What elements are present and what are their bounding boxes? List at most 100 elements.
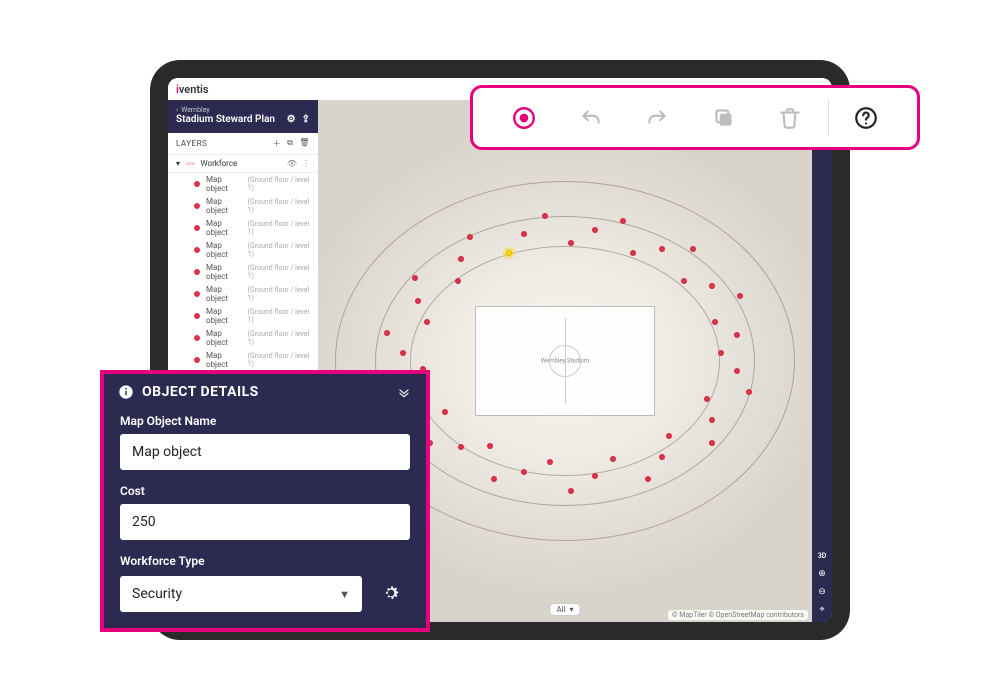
map-marker[interactable] — [491, 476, 497, 482]
map-marker[interactable] — [412, 275, 418, 281]
layer-item-sub: (Ground floor / level 1) — [248, 198, 310, 214]
map-marker[interactable] — [400, 350, 406, 356]
help-button[interactable] — [833, 88, 900, 147]
layer-item-label: Map object — [206, 175, 242, 193]
gear-icon — [381, 583, 401, 603]
field-cost: Cost — [120, 484, 410, 540]
map-marker[interactable] — [737, 293, 743, 299]
view-3d-button[interactable]: 3D — [816, 550, 828, 562]
layer-item[interactable]: Map object(Ground floor / level 1) — [168, 283, 318, 305]
layer-item-sub: (Ground floor / level 1) — [248, 242, 310, 258]
layer-item-label: Map object — [206, 241, 242, 259]
locate-icon[interactable]: ⌖ — [816, 604, 828, 616]
delete-layer-icon[interactable]: 🗑 — [299, 138, 310, 149]
redo-button[interactable] — [624, 88, 691, 147]
layer-item-label: Map object — [206, 285, 242, 303]
layer-color-dot — [194, 291, 200, 297]
sidebar-header: ‹ Wembley Stadium Steward Plan ⚙ ⇪ — [168, 100, 318, 133]
collapse-icon[interactable] — [396, 384, 412, 400]
zoom-in-icon[interactable]: ⊕ — [816, 568, 828, 580]
zoom-out-icon[interactable]: ⊖ — [816, 586, 828, 598]
layer-item-sub: (Ground floor / level 1) — [248, 308, 310, 324]
layer-item[interactable]: Map object (Ground floor / level 1) — [168, 327, 318, 349]
map-marker[interactable] — [521, 231, 527, 237]
plan-title: Stadium Steward Plan — [176, 114, 275, 125]
visibility-icon[interactable]: 👁 — [287, 159, 297, 168]
record-button[interactable] — [491, 88, 558, 147]
type-select[interactable]: Security ▼ — [120, 576, 362, 612]
layer-item[interactable]: Map object(Ground floor / level 1) — [168, 217, 318, 239]
layer-item[interactable]: Map object (Ground floor / level 1) — [168, 195, 318, 217]
layer-group-name: Workforce — [201, 159, 238, 168]
map-marker[interactable] — [458, 444, 464, 450]
layer-item[interactable]: Map object (Ground floor / level 1) — [168, 239, 318, 261]
type-label: Workforce Type — [120, 554, 410, 568]
map-marker[interactable] — [547, 459, 553, 465]
more-icon[interactable]: ⋮ — [302, 159, 310, 168]
layer-item[interactable]: Map object(Ground floor / level 1) — [168, 349, 318, 371]
info-icon — [118, 384, 134, 400]
map-marker[interactable] — [542, 213, 548, 219]
group-icon: ◦◦◦ — [186, 159, 195, 168]
layers-header: LAYERS ＋ ⧉ 🗑 — [168, 133, 318, 155]
layer-group[interactable]: ▾ ◦◦◦ Workforce 👁 ⋮ — [168, 155, 318, 173]
undo-button[interactable] — [558, 88, 625, 147]
layer-item-label: Map object — [206, 307, 242, 325]
layer-item[interactable]: Map object(Ground floor / level 1) — [168, 261, 318, 283]
redo-icon — [644, 105, 670, 131]
object-details-title: OBJECT DETAILS — [142, 384, 259, 400]
map-marker[interactable] — [568, 488, 574, 494]
layers-label: LAYERS — [176, 139, 207, 148]
layer-item-sub: (Ground floor / level 1) — [248, 330, 310, 346]
map-marker[interactable] — [718, 350, 724, 356]
copy-button[interactable] — [691, 88, 758, 147]
layer-item-label: Map object — [206, 329, 242, 347]
chevron-down-icon: ▾ — [570, 605, 574, 614]
gear-icon[interactable]: ⚙ — [287, 114, 296, 125]
map-marker[interactable] — [487, 443, 493, 449]
chevron-down-icon: ▾ — [176, 159, 180, 168]
map-marker[interactable] — [709, 440, 715, 446]
layer-color-dot — [194, 313, 200, 319]
map-marker-selected[interactable] — [506, 250, 512, 256]
copy-layer-icon[interactable]: ⧉ — [287, 138, 293, 149]
map-marker[interactable] — [610, 456, 616, 462]
layer-item-sub: (Ground floor / level 1) — [248, 176, 310, 192]
map-marker[interactable] — [712, 319, 718, 325]
share-icon[interactable]: ⇪ — [302, 114, 310, 125]
add-layer-icon[interactable]: ＋ — [273, 138, 282, 149]
type-settings-button[interactable] — [372, 574, 410, 612]
map-marker[interactable] — [645, 476, 651, 482]
layer-color-dot — [194, 181, 200, 187]
cost-input[interactable] — [120, 504, 410, 540]
layer-color-dot — [194, 203, 200, 209]
type-value: Security — [132, 586, 182, 602]
name-input[interactable] — [120, 434, 410, 470]
cost-label: Cost — [120, 484, 410, 498]
help-icon — [853, 105, 879, 131]
map-marker[interactable] — [659, 246, 665, 252]
map-marker[interactable] — [455, 278, 461, 284]
field-name: Map Object Name — [120, 414, 410, 470]
breadcrumb[interactable]: ‹ Wembley — [176, 106, 310, 114]
layer-item-label: Map object — [206, 197, 242, 215]
map-marker[interactable] — [592, 473, 598, 479]
map-marker[interactable] — [734, 368, 740, 374]
toolbar-divider — [828, 100, 829, 136]
name-label: Map Object Name — [120, 414, 410, 428]
record-icon — [511, 105, 537, 131]
layer-item[interactable]: Map object (Ground floor / level 1) — [168, 173, 318, 195]
layer-item-label: Map object — [206, 219, 242, 237]
stadium-label: Wembley Stadium — [541, 358, 589, 365]
map-marker[interactable] — [521, 469, 527, 475]
object-details-header: OBJECT DETAILS — [104, 374, 426, 410]
undo-icon — [578, 105, 604, 131]
layer-item-label: Map object — [206, 351, 242, 369]
map-marker[interactable] — [690, 246, 696, 252]
map-marker[interactable] — [620, 218, 626, 224]
delete-button[interactable] — [757, 88, 824, 147]
floor-selector[interactable]: All ▾ — [549, 603, 580, 616]
map-marker[interactable] — [568, 240, 574, 246]
object-details-panel: OBJECT DETAILS Map Object Name Cost Work… — [100, 370, 430, 632]
layer-item[interactable]: Map object (Ground floor / level 1) — [168, 305, 318, 327]
